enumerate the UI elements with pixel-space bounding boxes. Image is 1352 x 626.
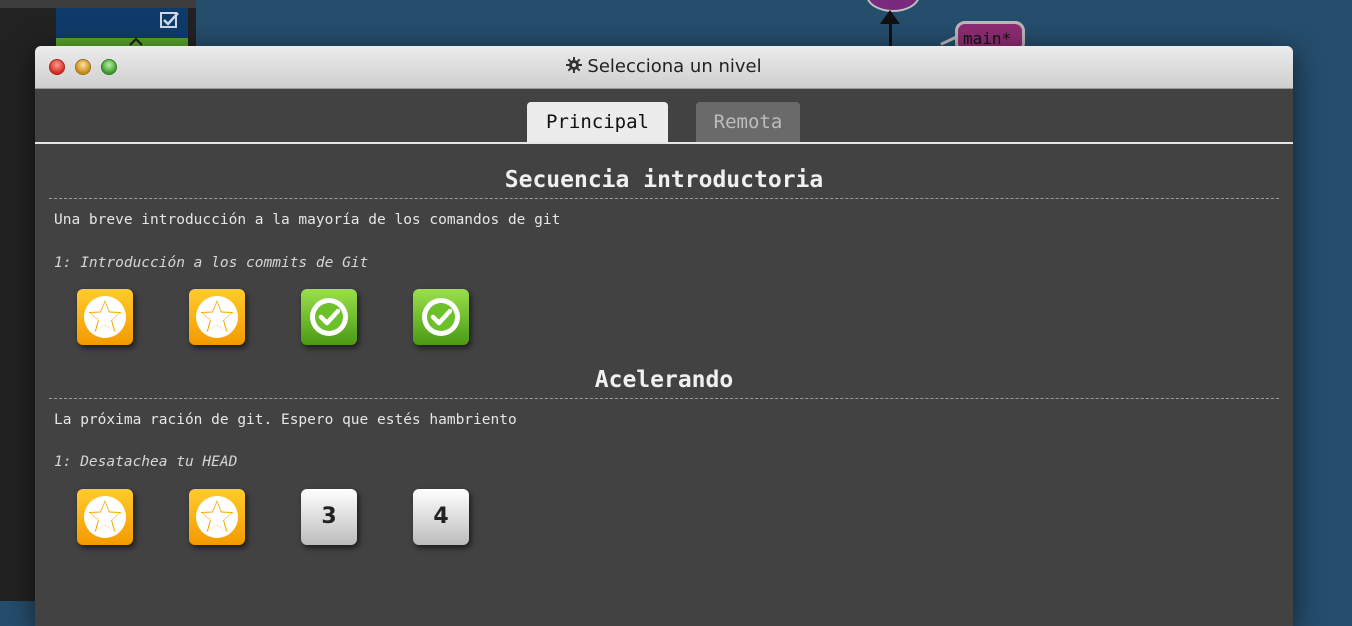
level-row [35,289,1293,349]
sequence-label: 1: Desatachea tu HEAD [54,454,238,470]
star-icon [84,496,126,538]
section-divider [49,198,1279,199]
title-bar[interactable]: Selecciona un nivel [35,46,1293,89]
section-title: Acelerando [594,367,734,393]
checkbox-icon[interactable] [160,11,180,29]
check-icon [422,298,460,336]
level-number: 4 [433,504,449,529]
level-section: Secuencia introductoria Una breve introd… [35,144,1293,349]
section-description: La próxima ración de git. Espero que est… [54,412,517,428]
level-button-2[interactable] [189,289,245,345]
check-icon [310,298,348,336]
level-button-2[interactable] [189,489,245,545]
level-button-4[interactable] [413,289,469,345]
star-icon [84,296,126,338]
tab-principal[interactable]: Principal [527,102,668,142]
level-button-3[interactable]: 3 [301,489,357,545]
tab-bar: Principal Remota [35,89,1293,144]
level-button-1[interactable] [77,489,133,545]
star-icon [196,296,238,338]
section-description: Una breve introducción a la mayoría de l… [54,212,561,228]
star-icon [196,496,238,538]
sequence-label: 1: Introducción a los commits de Git [54,255,369,271]
dialog-title-wrap: Selecciona un nivel [35,56,1293,77]
section-title: Secuencia introductoria [504,167,824,193]
level-row: 3 4 [35,489,1293,549]
level-select-dialog: Selecciona un nivel Principal Remota Sec… [35,46,1293,626]
left-panel-header [0,0,196,8]
level-button-4[interactable]: 4 [413,489,469,545]
level-button-3[interactable] [301,289,357,345]
tab-remota[interactable]: Remota [696,102,800,142]
section-divider [49,398,1279,399]
level-button-1[interactable] [77,289,133,345]
arrowhead-icon [880,10,900,24]
dialog-title: Selecciona un nivel [587,56,762,77]
level-section: Acelerando La próxima ración de git. Esp… [35,349,1293,549]
level-number: 3 [321,504,337,529]
gear-icon [566,57,583,73]
